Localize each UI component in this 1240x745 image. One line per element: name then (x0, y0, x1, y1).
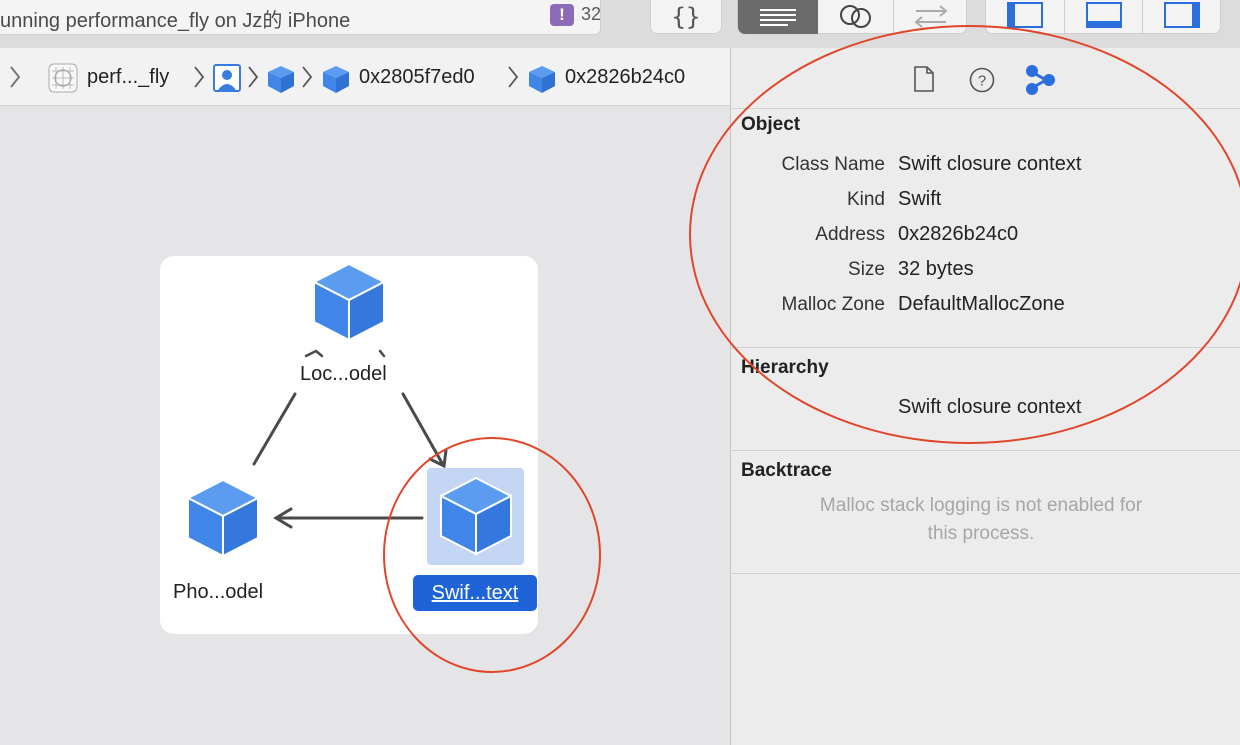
svg-text:?: ? (978, 73, 986, 90)
person-icon[interactable] (213, 64, 241, 92)
cube-icon[interactable] (310, 262, 388, 342)
malloc-zone-label: Malloc Zone (781, 294, 886, 315)
jumpbar-item-selected-object[interactable]: 0x2826b24c0 (565, 66, 685, 89)
code-review-button[interactable]: {} (650, 0, 722, 34)
warning-count[interactable]: 32 (581, 4, 601, 25)
debug-area-toggle-button[interactable] (1064, 0, 1143, 34)
kind-value: Swift (898, 188, 942, 210)
chevron-right-icon (508, 66, 519, 88)
lines-icon (760, 9, 796, 26)
class-name-value: Swift closure context (898, 153, 1082, 175)
edge-loc-pho (252, 392, 297, 466)
navigator-toggle-button[interactable] (986, 0, 1064, 34)
chevron-right-icon[interactable] (8, 64, 22, 90)
section-divider (731, 347, 1240, 348)
edge-loc-to-swift (401, 392, 444, 465)
chevron-right-icon (194, 66, 205, 88)
cube-icon[interactable] (266, 64, 296, 94)
backtrace-message-line: this process. (927, 523, 1035, 544)
backtrace-message-line: Malloc stack logging is not enabled for (819, 495, 1143, 516)
assistant-editor-button[interactable] (818, 0, 893, 34)
jumpbar-item-app[interactable]: perf..._fly (87, 66, 169, 89)
venn-circles-icon (840, 5, 871, 28)
object-section-title: Object (741, 114, 801, 135)
bottom-panel-icon (1086, 2, 1122, 28)
malloc-zone-value: DefaultMallocZone (898, 293, 1065, 315)
class-name-label: Class Name (781, 154, 885, 175)
cube-icon[interactable] (527, 64, 557, 94)
hierarchy-section-title: Hierarchy (741, 357, 829, 378)
node-label-loc[interactable]: Loc...odel (300, 363, 387, 386)
jumpbar-item-object[interactable]: 0x2805f7ed0 (359, 66, 475, 89)
size-label: Size (848, 259, 885, 280)
hierarchy-value[interactable]: Swift closure context (898, 396, 1081, 419)
inspector-toggle-button[interactable] (1142, 0, 1221, 34)
chevron-right-icon (302, 66, 313, 88)
node-label-swift[interactable]: Swif...text (413, 575, 537, 611)
standard-editor-button[interactable] (738, 0, 818, 34)
memory-graph-canvas[interactable]: Loc...odel Pho...odel Swif...text (0, 106, 730, 745)
version-editor-button[interactable] (893, 0, 969, 34)
backtrace-message: Malloc stack logging is not enabled for … (771, 492, 1191, 548)
size-value: 32 bytes (898, 258, 974, 280)
backtrace-section-title: Backtrace (741, 460, 832, 481)
chevron-right-icon (248, 66, 259, 88)
address-value: 0x2826b24c0 (898, 223, 1019, 245)
cube-icon[interactable] (321, 64, 351, 94)
graph-card: Loc...odel Pho...odel Swif...text (160, 256, 538, 634)
activity-view: unning performance_fly on Jz的 iPhone ! 3… (0, 0, 601, 35)
left-panel-icon (1007, 2, 1043, 28)
section-divider (731, 450, 1240, 451)
warning-badge-icon[interactable]: ! (550, 4, 574, 26)
app-grid-icon[interactable] (48, 63, 78, 93)
address-label: Address (815, 224, 885, 245)
help-icon[interactable]: ? (969, 67, 995, 93)
braces-icon: {} (671, 2, 701, 31)
cube-icon[interactable] (184, 478, 262, 558)
panel-toggle-segmented-control (985, 0, 1221, 34)
memory-graph-icon[interactable] (1024, 64, 1058, 96)
kind-label: Kind (846, 189, 885, 210)
editor-mode-segmented-control (737, 0, 967, 34)
right-panel-icon (1164, 2, 1200, 28)
node-label-pho[interactable]: Pho...odel (173, 581, 263, 604)
toolbar: unning performance_fly on Jz的 iPhone ! 3… (0, 0, 1240, 49)
jump-bar: perf..._fly 0x2805f7ed0 0x2826b24c0 (0, 48, 730, 106)
cube-icon[interactable] (437, 476, 515, 556)
arrows-swap-icon (914, 5, 948, 28)
inspector-tab-bar: ? (731, 48, 1240, 109)
file-icon[interactable] (913, 66, 935, 92)
activity-status-text: unning performance_fly on Jz的 iPhone (0, 10, 351, 32)
section-divider (731, 573, 1240, 574)
inspector-panel: ? Object Class Name Swift closure contex… (730, 48, 1240, 745)
